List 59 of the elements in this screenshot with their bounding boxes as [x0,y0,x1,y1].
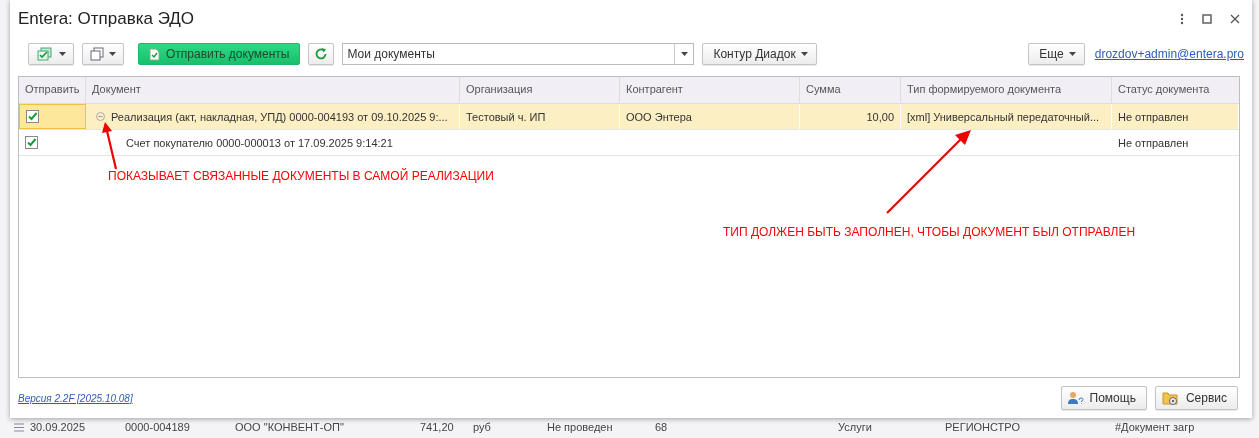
copy-icon [90,47,104,61]
amount-cell: 10,00 [866,110,894,123]
collapse-icon[interactable] [96,112,105,121]
caret-icon [59,52,66,56]
version-link[interactable]: Версия 2.2F [2025.10.08] [18,392,133,404]
document-type-cell: [xml] Универсальный передаточный... [907,110,1100,123]
background-cell: 68 [655,421,668,433]
caret-icon [680,52,688,56]
background-cell: Услуги [838,421,872,433]
column-header[interactable]: Отправить [19,77,86,103]
document-icon [149,47,160,61]
refresh-button[interactable] [308,43,335,65]
background-cell: ООО "КОНВЕНТ-ОП" [235,421,344,433]
caret-icon [800,52,808,56]
background-cell: 0000-004189 [125,421,190,433]
background-cell: руб [473,421,491,433]
more-icon[interactable] [1180,13,1184,25]
filter-dropdown[interactable]: Мои документы [342,43,695,65]
status-cell: Не отправлен [1118,136,1189,149]
help-icon [1067,391,1084,405]
column-header[interactable]: Контрагент [620,77,800,103]
checkbox[interactable] [26,110,39,123]
close-icon[interactable] [1230,14,1240,24]
column-header[interactable]: Организация [460,77,620,103]
send-documents-button[interactable]: Отправить документы [138,43,301,65]
column-header[interactable]: Статус документа [1112,77,1239,103]
annotation-text: ТИП ДОЛЖЕН БЫТЬ ЗАПОЛНЕН, ЧТОБЫ ДОКУМЕНТ БЫЛ ОТПРАВЛЕН [723,225,1136,239]
table-row[interactable]: Счет покупателю 0000-000013 от 17.09.2025 9:14:21 Не отправлен [19,130,1239,156]
list-icon [14,423,24,432]
organization-cell: Тестовый ч. ИП [466,110,546,123]
document-cell: Реализация (акт, накладная, УПД) 0000-004193 от 09.10.2025 9:... [111,110,448,123]
background-cell: РЕГИОНСТРО [945,421,1020,433]
help-button[interactable]: Помощь [1060,386,1147,410]
column-header[interactable]: Тип формируемого документа [901,77,1112,103]
column-header[interactable]: Сумма [800,77,901,103]
document-cell: Счет покупателю 0000-000013 от 17.09.2025 9:14:21 [126,136,393,149]
background-cell: #Документ загр [1115,421,1195,433]
more-button[interactable]: Еще [1028,43,1085,65]
maximize-icon[interactable] [1202,14,1212,24]
column-header[interactable]: Документ [86,77,460,103]
caret-icon [109,52,116,56]
checkbox[interactable] [25,136,38,149]
table-row[interactable]: Реализация (акт, накладная, УПД) 0000-004193 от 09.10.2025 9:... Тестовый ч. ИП ООО Энтера 10,00 [xml] Универсальный передаточный... Не отправлен [19,104,1239,130]
checklist-icon [36,47,54,61]
service-button[interactable]: Сервис [1154,386,1238,410]
provider-dropdown-button[interactable]: Контур Диадок [702,43,817,65]
background-cell: Не проведен [547,421,613,433]
status-cell: Не отправлен [1118,110,1189,123]
counterparty-cell: ООО Энтера [626,110,692,123]
check-menu-button[interactable] [28,43,74,65]
annotation-text: ПОКАЗЫВАЕТ СВЯЗАННЫЕ ДОКУМЕНТЫ В САМОЙ РЕАЛИЗАЦИИ [108,169,494,183]
user-link[interactable]: drozdov+admin@entera.pro [1094,47,1244,61]
background-cell: 30.09.2025 [30,421,86,433]
folder-gear-icon [1161,390,1180,406]
background-cell: 741,20 [420,421,454,433]
copy-menu-button[interactable] [82,43,124,65]
window-title: Entera: Отправка ЭДО [18,9,195,29]
caret-icon [1068,52,1076,56]
refresh-icon [314,47,329,61]
